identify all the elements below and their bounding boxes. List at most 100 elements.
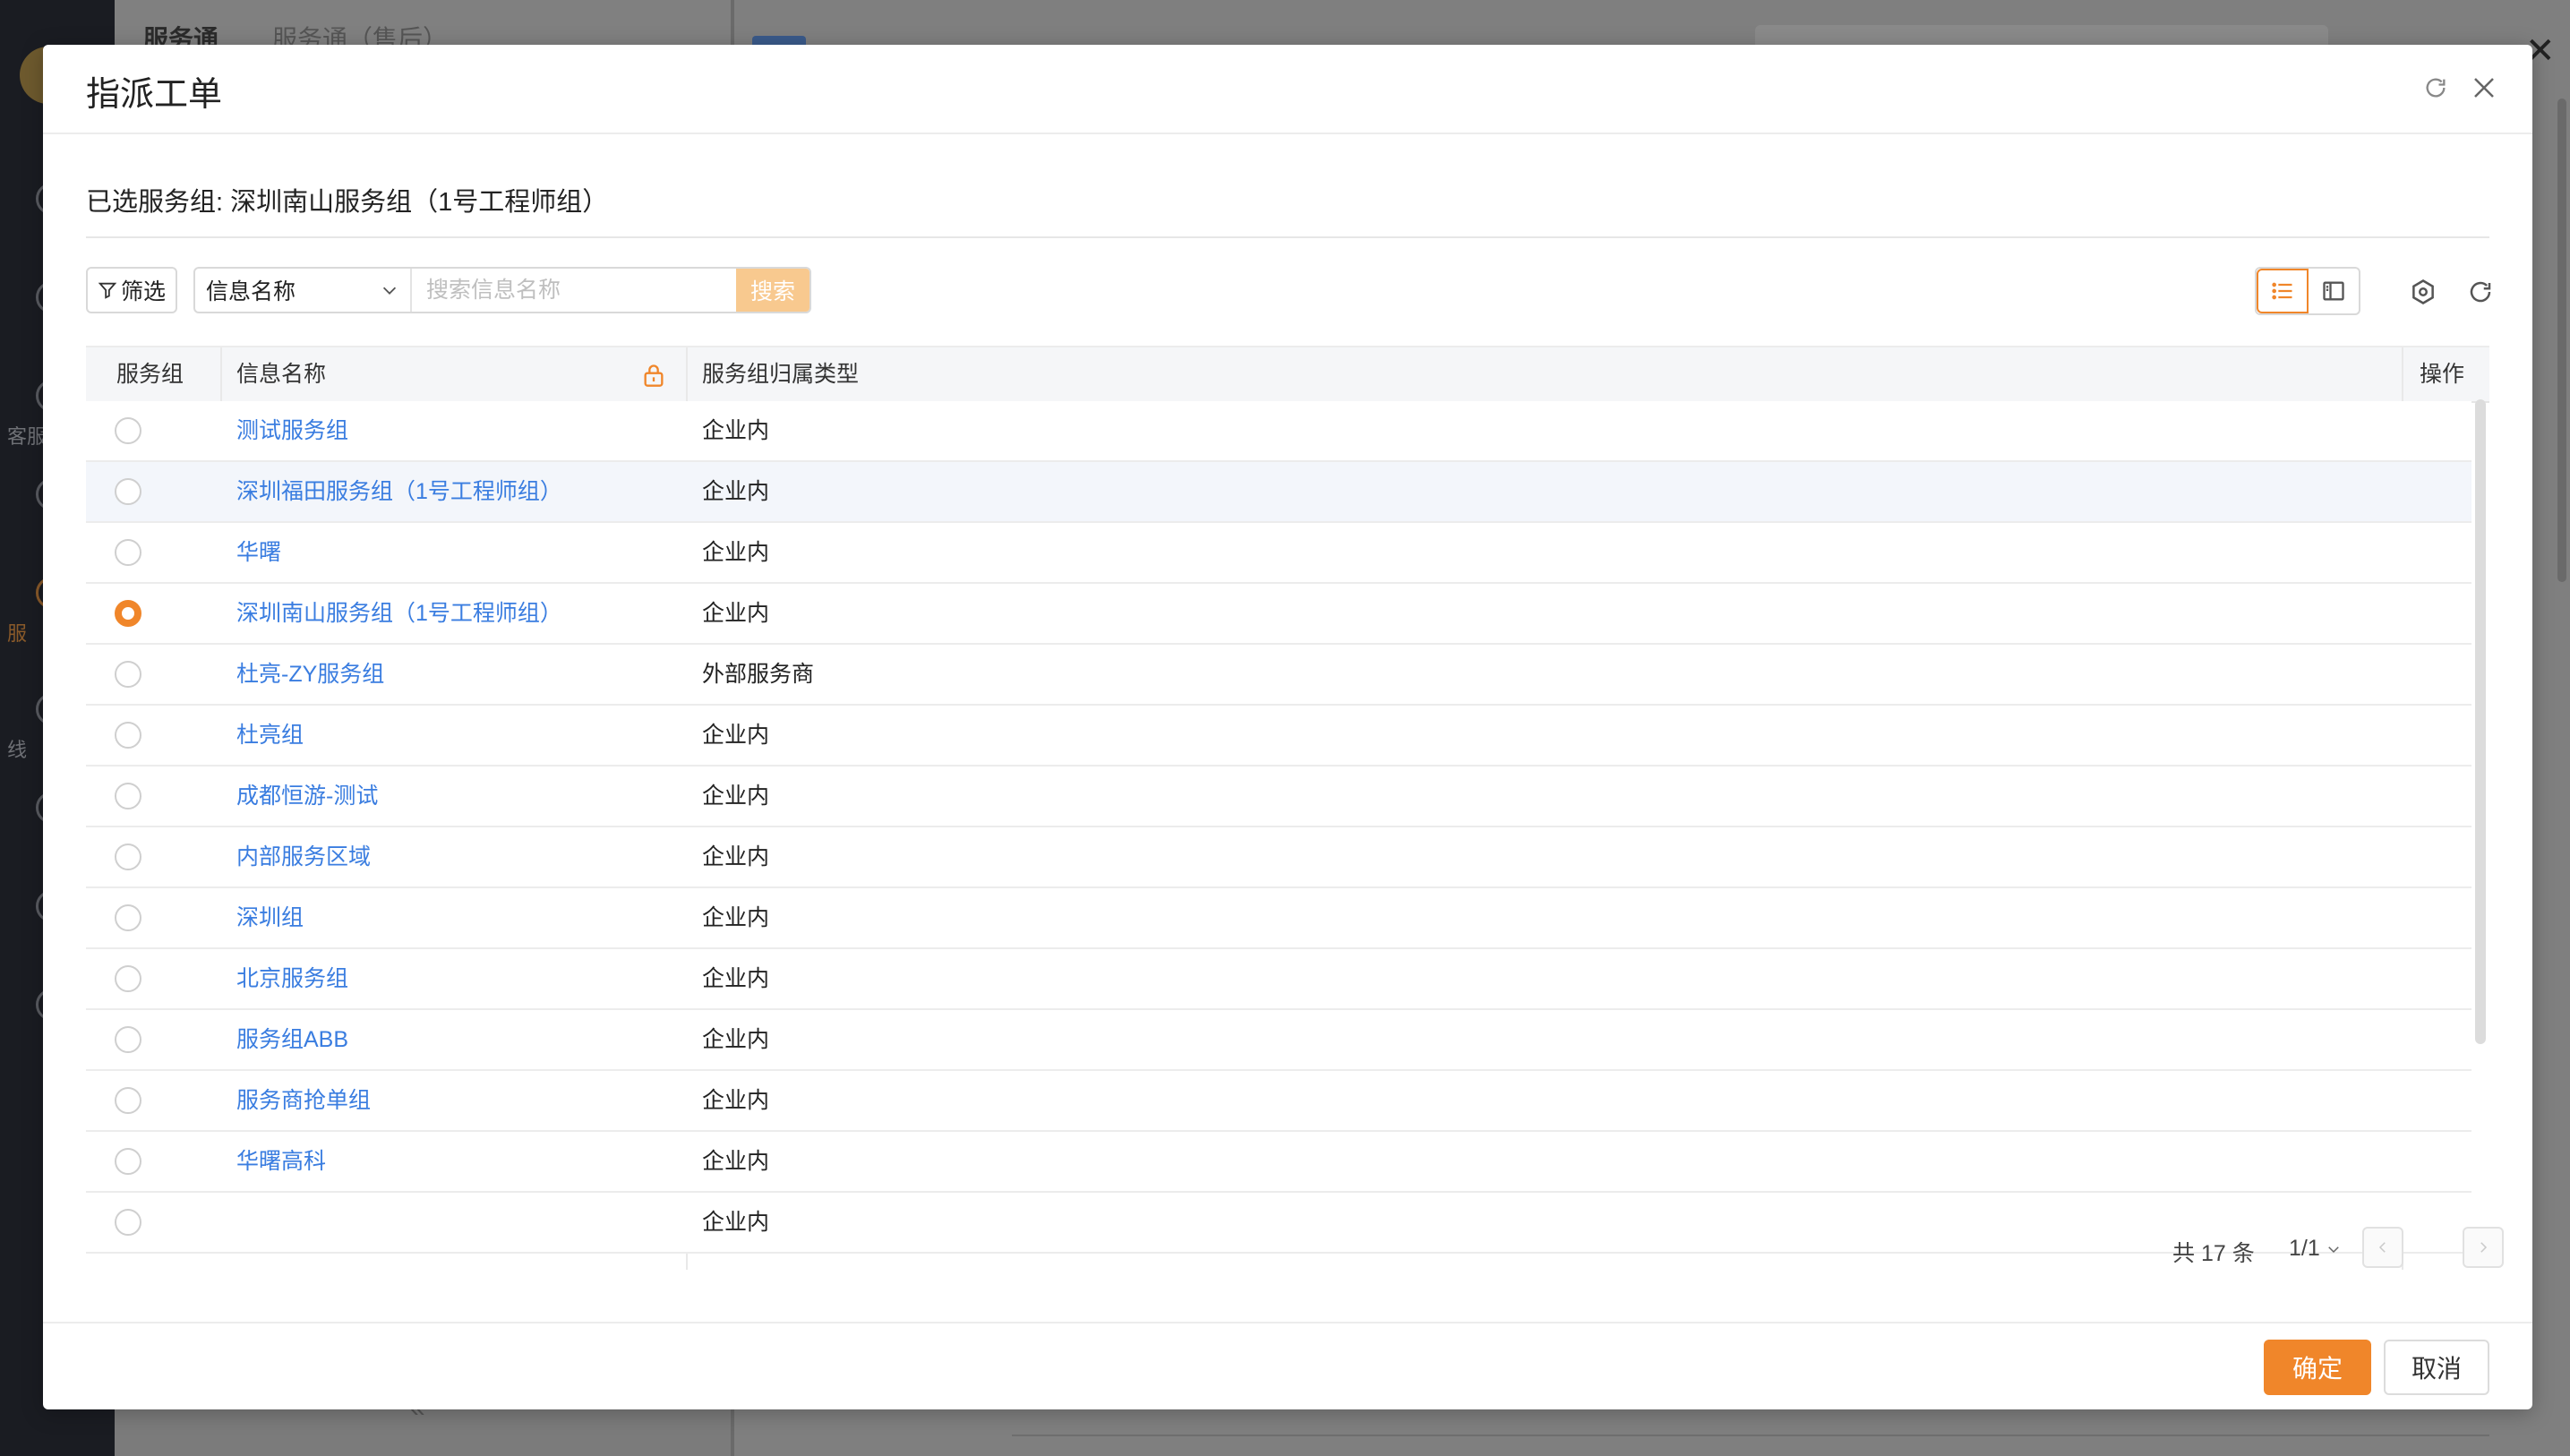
search-field-select[interactable]: 信息名称	[195, 269, 412, 312]
background-scrollbar	[2557, 98, 2566, 582]
table-row[interactable]: 杜亮组 企业内	[86, 706, 2471, 767]
cancel-button[interactable]: 取消	[2384, 1340, 2489, 1395]
column-header-name: 信息名称	[236, 362, 327, 387]
search-button[interactable]: 搜索	[736, 269, 810, 312]
column-header-group: 服务组	[116, 362, 184, 387]
table-scrollbar[interactable]	[2475, 399, 2486, 1044]
selected-label: 已选服务组:	[86, 188, 224, 217]
table-row[interactable]: 深圳南山服务组（1号工程师组） 企业内	[86, 584, 2471, 645]
service-group-table: 服务组 信息名称 服务组归属类型 操作 测试服务组 企业内 深圳福田服务组（1号工程…	[86, 346, 2489, 1270]
list-view-icon	[2272, 282, 2292, 300]
row-radio[interactable]	[115, 904, 141, 931]
row-radio[interactable]	[115, 1148, 141, 1175]
service-group-type: 企业内	[702, 966, 770, 991]
page-indicator: 1/1	[2289, 1236, 2320, 1261]
table-row[interactable]: 测试服务组 企业内	[86, 401, 2471, 462]
service-group-name-link[interactable]: 测试服务组	[236, 401, 348, 460]
service-group-type: 企业内	[702, 1210, 770, 1235]
column-header-actions: 操作	[2420, 362, 2465, 387]
row-radio[interactable]	[115, 478, 141, 505]
assign-ticket-dialog: 指派工单 已选服务组: 深圳南山服务组（1号工程师组） 筛选 信息名称 搜索信息…	[43, 45, 2532, 1409]
footer-divider	[43, 1322, 2532, 1323]
selected-value: 深圳南山服务组（1号工程师组）	[230, 188, 609, 217]
chevron-left-icon	[2378, 1242, 2386, 1253]
service-group-type: 企业内	[702, 601, 770, 626]
service-group-type: 企业内	[702, 784, 770, 809]
dialog-close-button[interactable]	[2463, 66, 2506, 109]
service-group-type: 企业内	[702, 418, 770, 443]
service-group-name-link[interactable]: 服务商抢单组	[236, 1071, 371, 1130]
table-row[interactable]: 服务组ABB 企业内	[86, 1010, 2471, 1071]
service-group-type: 企业内	[702, 844, 770, 869]
row-radio[interactable]	[115, 539, 141, 566]
service-group-type: 企业内	[702, 540, 770, 565]
search-input[interactable]	[412, 269, 736, 312]
service-group-type: 企业内	[702, 723, 770, 748]
table-settings-button[interactable]	[2403, 272, 2443, 312]
table-row[interactable]: 华曙 企业内	[86, 523, 2471, 584]
service-group-type: 企业内	[702, 1088, 770, 1113]
card-view-button[interactable]	[2309, 269, 2359, 313]
lock-icon[interactable]	[641, 362, 666, 389]
table-row[interactable]: 服务商抢单组 企业内	[86, 1071, 2471, 1132]
service-group-name-link[interactable]: 深圳组	[236, 888, 304, 947]
background-line	[1012, 1435, 2489, 1436]
service-group-name-link[interactable]: 北京服务组	[236, 949, 348, 1008]
row-radio[interactable]	[115, 1026, 141, 1053]
table-row[interactable]: 北京服务组 企业内	[86, 949, 2471, 1010]
row-radio[interactable]	[115, 1209, 141, 1236]
service-group-name-link[interactable]: 深圳南山服务组（1号工程师组）	[236, 584, 562, 643]
table-row[interactable]: 深圳组 企业内	[86, 888, 2471, 949]
service-group-name-link[interactable]: 服务组ABB	[236, 1010, 348, 1069]
filter-icon	[98, 282, 117, 299]
table-row[interactable]: 成都恒游-测试 企业内	[86, 767, 2471, 827]
card-view-icon	[2323, 281, 2344, 301]
row-radio[interactable]	[115, 661, 141, 688]
dialog-header: 指派工单	[43, 45, 2532, 134]
row-radio[interactable]	[115, 1087, 141, 1114]
settings-icon	[2412, 279, 2434, 304]
search-group: 信息名称 搜索	[193, 267, 811, 313]
service-group-name-link[interactable]: 成都恒游-测试	[236, 767, 378, 826]
filter-label: 筛选	[120, 279, 166, 304]
row-radio[interactable]	[115, 783, 141, 809]
pagination-total: 共 17 条	[2172, 1241, 2255, 1266]
service-group-name-link[interactable]: 杜亮组	[236, 706, 304, 765]
filter-button[interactable]: 筛选	[86, 267, 177, 313]
divider	[86, 236, 2489, 238]
service-group-type: 企业内	[702, 1149, 770, 1174]
confirm-button[interactable]: 确定	[2264, 1340, 2371, 1395]
selected-service-group: 已选服务组: 深圳南山服务组（1号工程师组）	[86, 181, 608, 218]
column-header-type: 服务组归属类型	[702, 362, 860, 387]
table-row[interactable]: 内部服务区域 企业内	[86, 827, 2471, 888]
service-group-name-link[interactable]: 华曙	[236, 523, 281, 582]
refresh-icon	[2426, 78, 2446, 98]
view-toggle	[2255, 267, 2360, 315]
dialog-title: 指派工单	[86, 76, 223, 114]
dialog-refresh-button[interactable]	[2414, 66, 2457, 109]
service-group-name-link[interactable]: 内部服务区域	[236, 827, 371, 886]
chevron-down-icon	[2327, 1246, 2339, 1253]
service-group-type: 外部服务商	[702, 662, 815, 687]
chevron-right-icon	[2480, 1242, 2488, 1253]
next-page-button[interactable]	[2463, 1227, 2504, 1268]
prev-page-button[interactable]	[2362, 1227, 2403, 1268]
service-group-name-link[interactable]: 华曙高科	[236, 1132, 326, 1191]
list-view-button[interactable]	[2257, 269, 2309, 313]
table-row[interactable]: 杜亮-ZY服务组 外部服务商	[86, 645, 2471, 706]
row-radio[interactable]	[115, 722, 141, 749]
row-radio[interactable]	[115, 965, 141, 992]
page-select[interactable]: 1/1	[2289, 1236, 2342, 1262]
table-row[interactable]: 企业内	[86, 1193, 2471, 1254]
table-header: 服务组 信息名称 服务组归属类型 操作	[86, 347, 2489, 403]
service-group-name-link[interactable]: 深圳福田服务组（1号工程师组）	[236, 462, 562, 521]
table-row[interactable]: 深圳福田服务组（1号工程师组） 企业内	[86, 462, 2471, 523]
refresh-icon	[2470, 281, 2491, 303]
row-radio[interactable]	[115, 600, 141, 627]
row-radio[interactable]	[115, 417, 141, 444]
sidebar-label: 线	[7, 739, 28, 761]
table-row[interactable]: 华曙高科 企业内	[86, 1132, 2471, 1193]
table-refresh-button[interactable]	[2461, 272, 2500, 312]
service-group-name-link[interactable]: 杜亮-ZY服务组	[236, 645, 384, 704]
row-radio[interactable]	[115, 844, 141, 870]
